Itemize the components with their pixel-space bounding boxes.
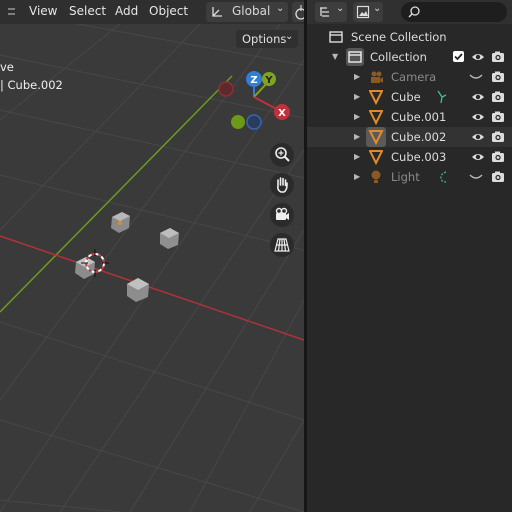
perspective-grid-icon[interactable] — [270, 233, 294, 257]
outliner-row-label: Light — [391, 170, 420, 184]
outliner-icon — [320, 7, 329, 17]
eye-icon[interactable] — [471, 111, 485, 123]
viewport-header: View Select Add Object Global ⌄ — [0, 0, 304, 24]
outliner-row-light[interactable]: ▶ Light — [307, 167, 512, 187]
outliner-row-label: Cube — [391, 90, 421, 104]
render-camera-icon[interactable] — [491, 71, 505, 83]
outliner-row-label: Cube.003 — [391, 150, 447, 164]
options-dropdown[interactable]: Options ⌄ — [236, 30, 298, 48]
outliner-row-label: Cube.001 — [391, 110, 447, 124]
options-label: Options — [242, 32, 287, 46]
gizmo-z-label: Z — [250, 75, 257, 86]
outliner-row-scene-collection[interactable]: Scene Collection — [307, 27, 512, 47]
render-camera-icon[interactable] — [491, 131, 505, 143]
light-object-icon — [371, 170, 381, 183]
light-data-icon — [440, 171, 447, 183]
gizmo-y-label: Y — [264, 75, 273, 86]
camera-view-icon[interactable] — [270, 203, 294, 227]
editor-type-dropdown[interactable]: ⌄ — [315, 2, 347, 22]
eye-closed-icon[interactable] — [469, 73, 483, 81]
eye-closed-icon[interactable] — [469, 173, 483, 181]
render-camera-icon[interactable] — [491, 111, 505, 123]
chevron-down-icon: ⌄ — [276, 3, 285, 14]
outliner-row-camera[interactable]: ▶ Camera — [307, 67, 512, 87]
mesh-object-icon — [369, 90, 383, 105]
mesh-object-icon — [369, 110, 383, 125]
menu-toggle-icon[interactable] — [6, 4, 16, 20]
chevron-down-icon: ⌄ — [373, 3, 382, 14]
cube-003-object — [127, 278, 149, 302]
scene-collection-icon — [329, 31, 343, 43]
expand-right-icon[interactable]: ▶ — [354, 72, 360, 81]
transform-orientation-dropdown[interactable]: Global ⌄ — [206, 2, 288, 22]
menu-add[interactable]: Add — [115, 4, 138, 18]
outliner-row-label: Cube.002 — [391, 130, 447, 144]
x-axis-line — [0, 235, 304, 341]
menu-select[interactable]: Select — [69, 4, 106, 18]
eye-icon[interactable] — [471, 131, 485, 143]
eye-icon[interactable] — [471, 151, 485, 163]
search-input[interactable] — [401, 2, 507, 22]
outliner-row-label: Collection — [370, 50, 427, 64]
render-camera-icon[interactable] — [491, 171, 505, 183]
viewport-mode-text: ve — [0, 60, 14, 74]
outliner-row-label: Scene Collection — [351, 30, 447, 44]
modifier-icon — [437, 90, 447, 104]
menu-view[interactable]: View — [29, 4, 57, 18]
pan-hand-icon[interactable] — [270, 173, 294, 197]
expand-right-icon[interactable]: ▶ — [354, 112, 360, 121]
collection-icon — [346, 48, 364, 66]
outliner-header: ⌄ ⌄ — [307, 0, 512, 24]
render-camera-icon[interactable] — [491, 51, 505, 63]
image-icon — [356, 5, 370, 19]
navigation-gizmo[interactable]: Z Y X — [212, 66, 296, 132]
pivot-point-icon[interactable] — [292, 2, 304, 22]
orientation-axes-icon — [212, 7, 222, 17]
zoom-icon[interactable] — [270, 143, 294, 167]
mesh-object-active-icon — [366, 127, 386, 147]
gizmo-x-label: X — [278, 108, 286, 119]
outliner-row-label: Camera — [391, 70, 437, 84]
expand-down-icon[interactable]: ▼ — [332, 52, 338, 61]
cube-001-object — [160, 228, 179, 249]
menu-object[interactable]: Object — [149, 4, 188, 18]
expand-right-icon[interactable]: ▶ — [354, 152, 360, 161]
camera-object-icon — [371, 71, 383, 83]
search-icon — [408, 6, 420, 18]
viewport-object-text: | Cube.002 — [0, 78, 63, 92]
checkbox-checked-icon[interactable] — [453, 51, 464, 62]
render-camera-icon[interactable] — [491, 91, 505, 103]
expand-right-icon[interactable]: ▶ — [354, 172, 360, 181]
orientation-label: Global — [232, 4, 271, 18]
expand-right-icon[interactable]: ▶ — [354, 132, 360, 141]
chevron-down-icon: ⌄ — [285, 31, 294, 42]
3d-viewport[interactable]: Z Y X ve | Cube.002 Options ⌄ View Selec… — [0, 0, 304, 512]
eye-icon[interactable] — [471, 91, 485, 103]
outliner-panel: ⌄ ⌄ Scene Collection ▼ Collection ▶ Came… — [307, 0, 512, 512]
display-mode-dropdown[interactable]: ⌄ — [353, 2, 383, 22]
render-camera-icon[interactable] — [491, 151, 505, 163]
eye-icon[interactable] — [471, 51, 485, 63]
mesh-object-icon — [369, 150, 383, 165]
expand-right-icon[interactable]: ▶ — [354, 92, 360, 101]
chevron-down-icon: ⌄ — [336, 3, 345, 14]
